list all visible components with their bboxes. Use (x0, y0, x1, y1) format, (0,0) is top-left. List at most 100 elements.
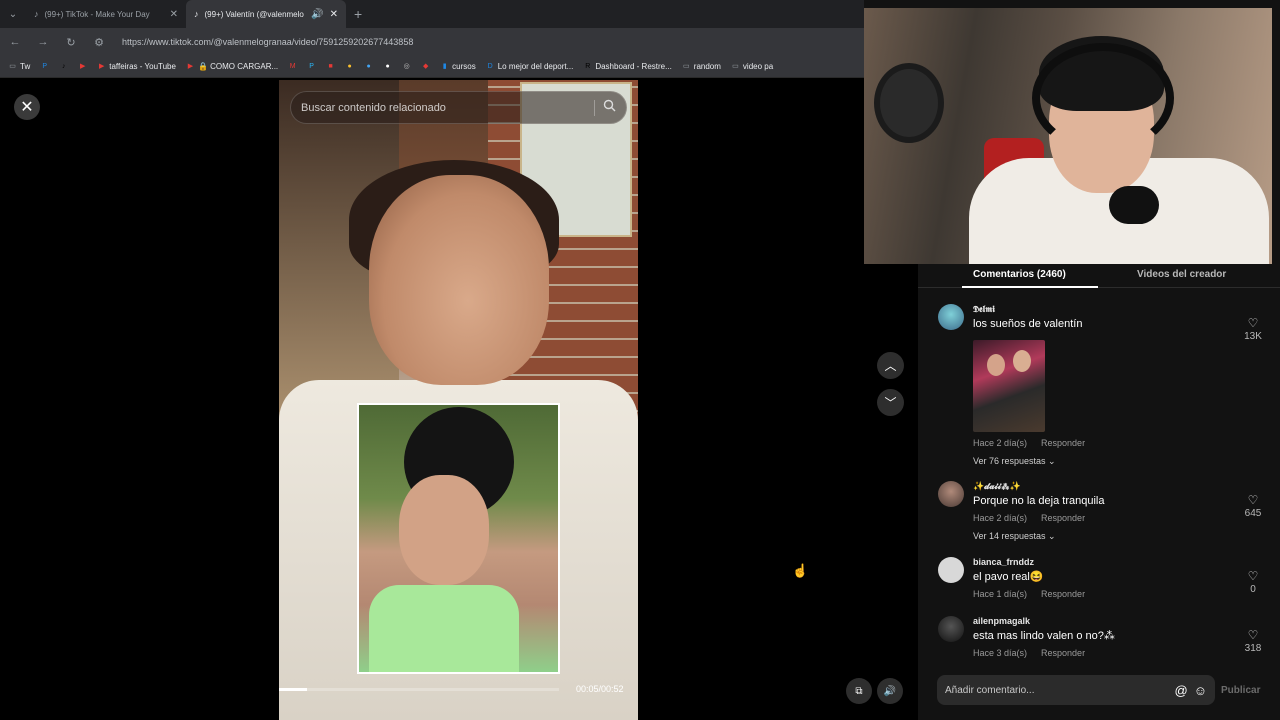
comment-body: 𝕯𝖊𝖑𝖒𝖎 los sueños de valentín Hace 2 día(… (973, 304, 1233, 467)
avatar[interactable] (938, 304, 964, 330)
browser-tab[interactable]: ♪ (99+) TikTok - Make Your Day ✕ (26, 0, 186, 28)
bookmark-item[interactable]: ▭ Tw (8, 62, 30, 71)
mention-icon[interactable]: @ (1175, 683, 1188, 698)
bookmark-item[interactable]: ▶ taffeiras - YouTube (97, 62, 176, 71)
d-icon: D (487, 63, 493, 70)
reply-button[interactable]: Responder (1041, 589, 1085, 599)
tiktok-icon: ♪ (194, 9, 199, 19)
avatar[interactable] (938, 557, 964, 583)
bookmark-item[interactable]: ▶ (78, 62, 87, 71)
picture-in-picture-button[interactable]: ⧉ (846, 678, 872, 704)
close-icon[interactable]: ✕ (14, 94, 40, 120)
comment-username[interactable]: bianca_frnddz (973, 557, 1233, 567)
reply-button[interactable]: Responder (1041, 513, 1085, 523)
like-count: 13K (1244, 331, 1262, 342)
bookmark-item[interactable]: ▮ cursos (440, 62, 476, 71)
speaker-icon: 🔊 (883, 685, 897, 697)
p-icon: P (309, 63, 314, 70)
tab-search-icon[interactable]: ⌄ (0, 0, 26, 28)
view-replies-button[interactable]: Ver 14 respuestas ⌄ (973, 531, 1233, 542)
comment-username[interactable]: ✨𝓭𝓪𝓲𝓲⁂✨ (973, 481, 1233, 492)
related-search[interactable]: Buscar contenido relacionado (290, 91, 627, 124)
comment-body: ailenpmagalk esta mas lindo valen o no?⁂… (973, 616, 1233, 658)
tab-title: (99+) Valentín (@valenmelo (204, 9, 304, 19)
video-progress-bar[interactable] (279, 688, 559, 691)
bookmark-item[interactable]: D Lo mejor del deport... (486, 62, 574, 71)
tiktok-icon: ♪ (61, 63, 66, 70)
paypal-icon: P (42, 63, 48, 70)
youtube-icon: ▶ (80, 63, 86, 70)
comment-username[interactable]: ailenpmagalk (973, 616, 1233, 626)
close-tab-icon[interactable]: ✕ (330, 9, 338, 20)
reload-icon[interactable]: ↻ (64, 36, 78, 49)
panel-tabs: Comentarios (2460) Videos del creador (918, 264, 1280, 288)
comment-meta: Hace 2 día(s) Responder (973, 438, 1233, 448)
photo-face (1013, 350, 1031, 372)
like-button[interactable]: ♡ 13K (1238, 316, 1268, 342)
search-icon[interactable] (603, 99, 616, 117)
gmail-icon: M (289, 63, 296, 70)
browser-tabbar: ⌄ ♪ (99+) TikTok - Make Your Day ✕ ♪ (99… (0, 0, 864, 28)
bookmark-item[interactable]: R Dashboard - Restre... (583, 62, 672, 71)
volume-button[interactable]: 🔊 (877, 678, 903, 704)
tiktok-video-page: ✕ Buscar contenido relacionado 00:05/00:… (0, 78, 918, 720)
browser-tab-active[interactable]: ♪ (99+) Valentín (@valenmelo 🔊 ✕ (186, 0, 346, 28)
comment-image[interactable] (973, 340, 1045, 432)
bookmark-item[interactable]: ● (364, 62, 373, 71)
bookmark-item[interactable]: ● (345, 62, 354, 71)
new-tab-icon[interactable]: + (346, 6, 370, 22)
bookmark-item[interactable]: P (40, 62, 49, 71)
avatar[interactable] (938, 481, 964, 507)
bookmark-item[interactable]: ◆ (421, 62, 430, 71)
avatar[interactable] (938, 616, 964, 642)
bookmark-label: taffeiras - YouTube (109, 62, 176, 71)
like-button[interactable]: ♡ 0 (1238, 569, 1268, 595)
like-button[interactable]: ♡ 318 (1238, 628, 1268, 654)
bookmark-item[interactable]: M (288, 62, 297, 71)
speaker-icon[interactable]: 🔊 (311, 9, 323, 20)
bookmark-item[interactable]: ● (383, 62, 392, 71)
bookmark-item[interactable]: P (307, 62, 316, 71)
bookmark-label: random (693, 62, 721, 71)
comment-input[interactable]: Añadir comentario... (945, 685, 1169, 696)
close-tab-icon[interactable]: ✕ (170, 9, 178, 20)
back-icon[interactable]: ← (8, 36, 22, 48)
reply-button[interactable]: Responder (1041, 438, 1085, 448)
tab-comments[interactable]: Comentarios (2460) (973, 269, 1066, 280)
next-video-button[interactable]: ﹀ (877, 389, 904, 416)
video-player[interactable]: Buscar contenido relacionado 00:05/00:52 (279, 80, 638, 720)
emoji-icon[interactable]: ☺ (1194, 683, 1207, 698)
tab-creator-videos[interactable]: Videos del creador (1137, 269, 1226, 280)
previous-video-button[interactable]: ︿ (877, 352, 904, 379)
view-replies-button[interactable]: Ver 76 respuestas ⌄ (973, 456, 1233, 467)
comment-text: esta mas lindo valen o no?⁂ (973, 630, 1115, 642)
folder-icon: ▭ (732, 63, 739, 70)
related-search-input[interactable]: Buscar contenido relacionado (301, 102, 594, 114)
youtube-icon: ▶ (99, 63, 105, 70)
heart-icon: ♡ (1247, 316, 1259, 330)
url-field[interactable]: https://www.tiktok.com/@valenmelogranaa/… (122, 37, 413, 47)
address-bar: ← → ↻ ⚙ https://www.tiktok.com/@valenmel… (0, 28, 864, 56)
bookmark-item[interactable]: ◎ (402, 62, 411, 71)
bookmark-label: video pa (742, 62, 774, 71)
reply-button[interactable]: Responder (1041, 648, 1085, 658)
yellow-icon: ● (347, 63, 352, 70)
bookmark-item[interactable]: ▭ video pa (731, 62, 773, 71)
publish-button[interactable]: Publicar (1221, 685, 1260, 696)
comment-composer[interactable]: Añadir comentario... @ ☺ (937, 675, 1215, 705)
bookmark-item[interactable]: ▭ random (682, 62, 721, 71)
inset-person-top (369, 585, 519, 672)
like-button[interactable]: ♡ 645 (1238, 493, 1268, 519)
comment-time: Hace 3 día(s) (973, 648, 1028, 658)
bookmark-item[interactable]: ♪ (59, 62, 68, 71)
bookmark-item[interactable]: ■ (326, 62, 335, 71)
comment-username[interactable]: 𝕯𝖊𝖑𝖒𝖎 (973, 304, 1233, 315)
bookmark-item[interactable]: ▶ 🔒 COMO CARGAR... (186, 62, 278, 71)
forward-icon[interactable]: → (36, 36, 50, 48)
comment-body: bianca_frnddz el pavo real😆 Hace 1 día(s… (973, 557, 1233, 599)
heart-icon: ♡ (1247, 628, 1259, 642)
hand-cursor-icon: ☝ (792, 563, 809, 578)
comment-time: Hace 2 día(s) (973, 438, 1028, 448)
site-info-icon[interactable]: ⚙ (92, 36, 106, 49)
like-count: 0 (1250, 584, 1256, 595)
